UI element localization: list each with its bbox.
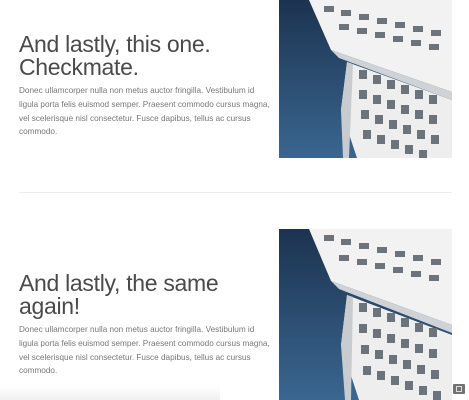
fullscreen-button[interactable] [453, 384, 465, 394]
building-illustration [279, 229, 452, 400]
heading-line: again! [19, 293, 80, 319]
scroll-fade [0, 386, 220, 400]
building-photo [279, 229, 452, 400]
featurette-1: And lastly, this one. Checkmate. Donec u… [0, 0, 469, 158]
building-photo [279, 0, 452, 158]
featurette-lead: Donec ullamcorper nulla non metus auctor… [19, 325, 270, 376]
featurette-text: And lastly, the same again! Donec ullamc… [19, 272, 271, 378]
featurette-2: And lastly, the same again! Donec ullamc… [0, 229, 469, 400]
featurette-lead: Donec ullamcorper nulla non metus auctor… [19, 86, 270, 137]
heading-line: Checkmate. [19, 54, 139, 80]
featurette-heading: And lastly, this one. Checkmate. [19, 33, 271, 79]
featurette-divider [19, 192, 452, 193]
fullscreen-icon [456, 386, 462, 392]
featurette-text: And lastly, this one. Checkmate. Donec u… [19, 33, 271, 139]
building-illustration [279, 0, 452, 158]
featurette-heading: And lastly, the same again! [19, 272, 271, 318]
